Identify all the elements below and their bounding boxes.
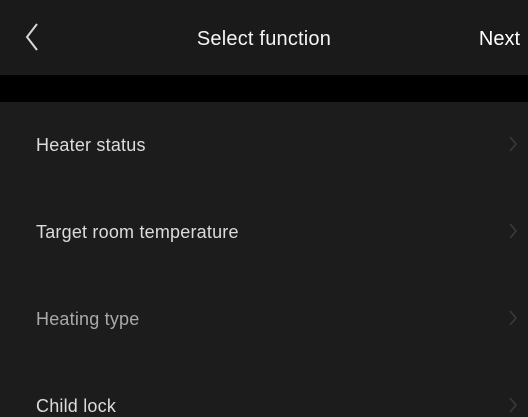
chevron-right-icon [509, 310, 518, 326]
chevron-right-icon [509, 223, 518, 239]
function-list: Heater status Target room temperature He… [0, 102, 528, 417]
list-item-heating-type[interactable]: Heating type [0, 276, 528, 363]
list-item-label: Target room temperature [36, 222, 239, 242]
list-item-child-lock[interactable]: Child lock [0, 363, 528, 417]
section-divider [0, 75, 528, 102]
list-item-label: Heating type [36, 309, 140, 329]
page-title: Select function [196, 28, 332, 50]
list-item-heater-status[interactable]: Heater status [0, 102, 528, 189]
chevron-right-icon [509, 136, 518, 152]
chevron-left-icon [25, 23, 38, 51]
list-item-target-room-temperature[interactable]: Target room temperature [0, 189, 528, 276]
screen: Select function Next Heater status Targe… [0, 0, 528, 417]
list-item-label: Child lock [36, 396, 117, 416]
navigation-bar: Select function Next [0, 0, 528, 75]
next-button[interactable]: Next [479, 28, 520, 51]
chevron-right-icon [509, 397, 518, 413]
list-item-label: Heater status [36, 135, 146, 155]
back-button[interactable] [22, 22, 54, 62]
